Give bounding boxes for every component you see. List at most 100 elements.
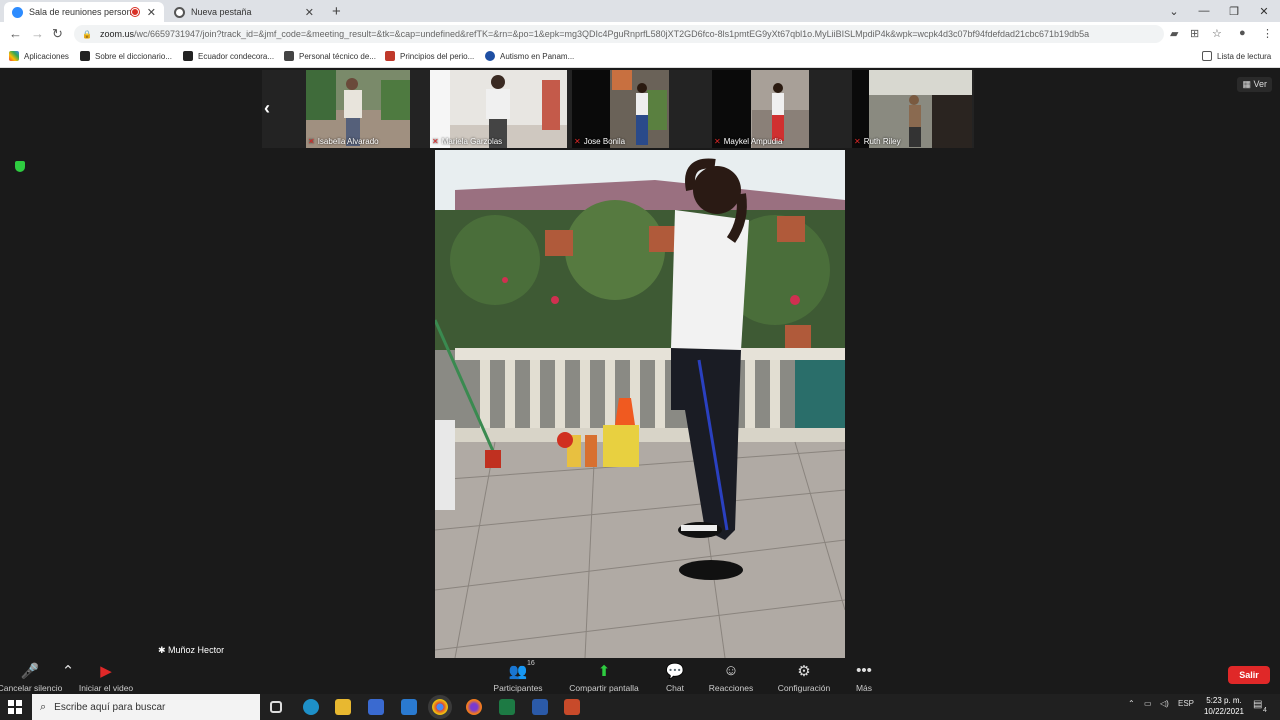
minimize-button[interactable]: — <box>1190 2 1218 20</box>
more-label: Más <box>855 683 873 693</box>
participant-thumb[interactable]: ✕ Isabella Alvarado <box>306 70 410 148</box>
tab-title: Sala de reuniones personal <box>29 7 131 17</box>
tab-new[interactable]: Nueva pestaña ✕ <box>166 2 322 22</box>
tab-title: Nueva pestaña <box>191 7 252 17</box>
bookmark-item[interactable]: Principios del perio... <box>385 51 474 61</box>
video-label: Iniciar el video <box>78 683 134 693</box>
mute-button[interactable]: 🎤 Cancelar silencio <box>0 662 63 693</box>
volume-icon[interactable]: ◁) <box>1160 699 1169 708</box>
url-input[interactable]: 🔒 zoom.us /wc/6659731947/join?track_id=&… <box>74 25 1164 43</box>
participant-thumb[interactable]: ✕ Jose Bonila <box>572 70 669 148</box>
windows-start-icon[interactable] <box>8 700 22 714</box>
participants-label: Participantes <box>493 683 543 693</box>
windows-taskbar: ⌕ Escribe aquí para buscar ⌃ ▭ ◁) ESP 5:… <box>0 694 1280 720</box>
tab-zoom-meeting[interactable]: Sala de reuniones personal ✕ <box>4 2 164 22</box>
bookmark-label: Ecuador condecora... <box>198 51 275 61</box>
audio-options-button[interactable]: ⌃ <box>60 662 76 680</box>
task-view-icon[interactable] <box>270 701 282 713</box>
reading-list[interactable]: Lista de lectura <box>1202 51 1271 61</box>
participant-thumb[interactable]: ✕ Mariela Garzolas <box>430 70 567 148</box>
camera-icon[interactable]: ▰ <box>1170 27 1178 40</box>
chat-label: Chat <box>666 683 684 693</box>
excel-icon[interactable] <box>499 699 515 715</box>
word-icon[interactable] <box>532 699 548 715</box>
bookmark-apps[interactable]: Aplicaciones <box>9 51 69 61</box>
close-tab-icon[interactable]: ✕ <box>305 6 314 19</box>
participant-name: ✕ Ruth Riley <box>854 137 901 146</box>
chevron-left-icon[interactable]: ‹ <box>264 98 270 119</box>
taskbar-clock[interactable]: 5:23 p. m. 10/22/2021 <box>1196 695 1252 717</box>
p-icon <box>80 51 90 61</box>
video-off-icon: ▶ <box>100 663 112 680</box>
lock-icon: 🔒 <box>82 29 92 39</box>
smiley-icon: ☺ <box>723 662 739 679</box>
language-indicator[interactable]: ESP <box>1178 699 1194 708</box>
participant-name: ✕ Maykel Ampudia <box>714 137 783 146</box>
muted-mic-icon: ✕ <box>308 137 315 146</box>
menu-icon[interactable]: ⋮ <box>1262 27 1273 40</box>
new-tab-button[interactable]: + <box>332 3 341 20</box>
mail-icon[interactable] <box>401 699 417 715</box>
view-button[interactable]: ▦ Ver <box>1237 77 1272 92</box>
globe-icon <box>174 6 185 18</box>
translate-icon[interactable]: ⊞ <box>1190 27 1199 40</box>
taskbar-search-input[interactable]: ⌕ Escribe aquí para buscar <box>32 694 260 720</box>
leave-button[interactable]: Salir <box>1228 666 1270 684</box>
chat-button[interactable]: 💬 Chat <box>660 662 690 693</box>
close-window-button[interactable]: ✕ <box>1250 2 1278 20</box>
participants-button[interactable]: 👥 Participantes <box>490 662 546 693</box>
reactions-button[interactable]: ☺ Reacciones <box>706 662 756 693</box>
tray-chevron-icon[interactable]: ⌃ <box>1128 699 1135 708</box>
powerpoint-icon[interactable] <box>564 699 580 715</box>
browser-tab-bar: Sala de reuniones personal ✕ Nueva pesta… <box>0 0 1280 22</box>
edge-icon[interactable] <box>303 699 319 715</box>
muted-mic-icon: 🎤 <box>20 663 40 680</box>
share-screen-icon: ⬆ <box>597 663 611 680</box>
participant-name: ✕ Isabella Alvarado <box>308 137 379 146</box>
firefox-icon[interactable] <box>466 699 482 715</box>
close-tab-icon[interactable]: ✕ <box>147 6 156 19</box>
meeting-toolbar: 🎤 Cancelar silencio ⌃ ▶ Iniciar el video… <box>0 658 1280 694</box>
participant-thumb[interactable]: ✕ Ruth Riley <box>852 70 972 148</box>
store-icon[interactable] <box>368 699 384 715</box>
file-explorer-icon[interactable] <box>335 699 351 715</box>
search-placeholder: Escribe aquí para buscar <box>54 701 166 713</box>
bookmark-label: Personal técnico de... <box>299 51 376 61</box>
more-button[interactable]: ••• Más <box>850 662 878 693</box>
reload-icon[interactable]: ↻ <box>52 26 63 42</box>
reading-list-label: Lista de lectura <box>1217 51 1272 61</box>
p-icon <box>183 51 193 61</box>
search-icon: ⌕ <box>40 700 47 713</box>
chevron-up-icon: ⌃ <box>61 663 75 680</box>
settings-button[interactable]: ⚙ Configuración <box>774 662 834 693</box>
site-icon <box>284 51 294 61</box>
address-bar-row: ← → ↻ 🔒 zoom.us /wc/6659731947/join?trac… <box>0 22 1280 46</box>
site-icon <box>485 51 495 61</box>
bookmark-label: Autismo en Panam... <box>500 51 575 61</box>
forward-icon[interactable]: → <box>31 26 44 41</box>
site-icon <box>385 51 395 61</box>
muted-mic-icon: ✕ <box>854 137 861 146</box>
maximize-button[interactable]: ❐ <box>1220 2 1248 20</box>
mute-label: Cancelar silencio <box>0 683 63 693</box>
share-screen-button[interactable]: ⬆ Compartir pantalla <box>566 662 642 693</box>
bookmark-item[interactable]: Sobre el diccionario... <box>80 51 172 61</box>
bookmark-item[interactable]: Autismo en Panam... <box>485 51 574 61</box>
chrome-icon[interactable] <box>432 699 448 715</box>
encryption-shield-icon[interactable] <box>15 161 25 172</box>
bookmark-item[interactable]: Personal técnico de... <box>284 51 376 61</box>
bookmark-label: Sobre el diccionario... <box>95 51 172 61</box>
notifications-icon[interactable]: ▤ <box>1253 699 1262 710</box>
muted-mic-icon: ✕ <box>714 137 721 146</box>
start-video-button[interactable]: ▶ Iniciar el video <box>78 662 134 693</box>
star-icon[interactable]: ☆ <box>1212 27 1222 40</box>
network-icon[interactable]: ▭ <box>1144 699 1152 708</box>
people-icon: 👥 <box>508 663 528 680</box>
participant-thumb[interactable]: ✕ Maykel Ampudia <box>712 70 809 148</box>
back-icon[interactable]: ← <box>9 26 22 41</box>
tab-search-icon[interactable]: ⌄ <box>1160 2 1188 20</box>
bookmarks-bar: Aplicaciones Sobre el diccionario... Ecu… <box>0 46 1280 68</box>
bookmark-item[interactable]: Ecuador condecora... <box>183 51 274 61</box>
share-label: Compartir pantalla <box>569 683 639 693</box>
profile-icon[interactable]: ● <box>1239 27 1246 39</box>
